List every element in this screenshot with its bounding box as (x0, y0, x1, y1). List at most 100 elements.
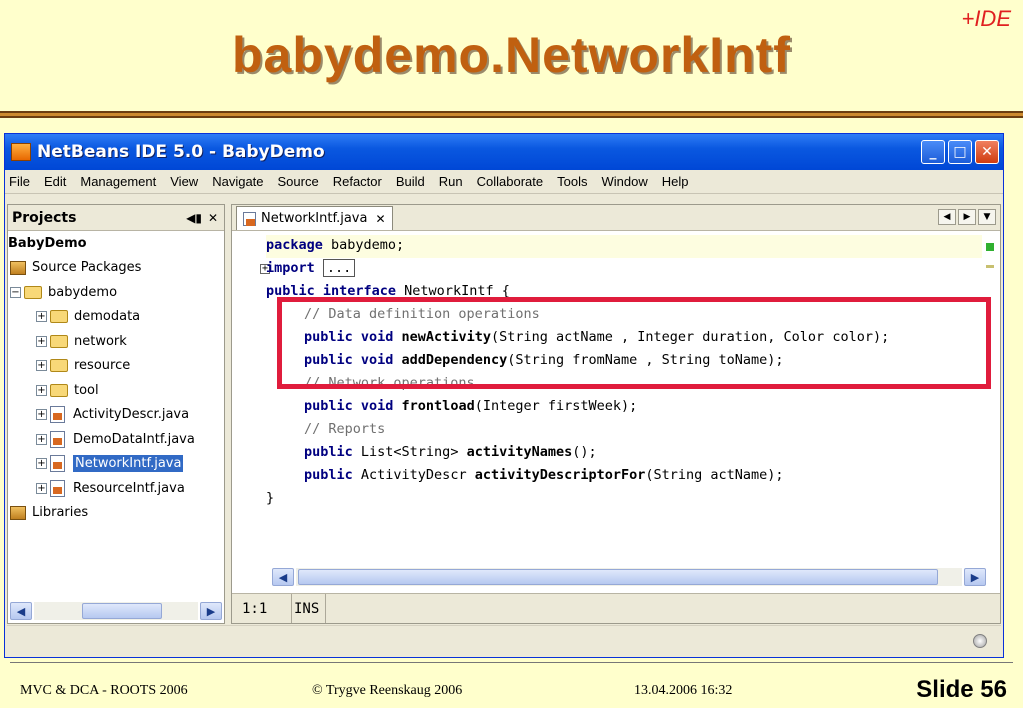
code-editor: NetworkIntf.java ✕ ◀ ▶ ▼ package babydem… (231, 204, 1001, 624)
tab-scroll-left-icon[interactable]: ◀ (938, 209, 956, 225)
insert-mode: INS (292, 594, 326, 623)
slide-title: babydemo.NetworkIntf (232, 27, 791, 83)
minimize-button[interactable]: _ (921, 140, 945, 164)
tree-item-babydemo[interactable]: − babydemo (8, 280, 224, 305)
editor-tabbar: NetworkIntf.java ✕ ◀ ▶ ▼ (232, 205, 1000, 231)
scroll-thumb[interactable] (298, 569, 938, 585)
close-button[interactable]: ✕ (975, 140, 999, 164)
scroll-left-icon[interactable]: ◀ (272, 568, 294, 586)
menu-edit[interactable]: Edit (44, 174, 66, 189)
menu-collaborate[interactable]: Collaborate (477, 174, 544, 189)
package-icon (10, 260, 26, 275)
tree-item-label: demodata (74, 309, 141, 325)
window-title: NetBeans IDE 5.0 - BabyDemo (37, 142, 325, 162)
scroll-track[interactable] (34, 602, 198, 620)
code-line: public void addDependency(String fromNam… (304, 352, 784, 368)
collapse-icon[interactable]: − (10, 286, 21, 298)
panel-close-icon[interactable]: ✕ (208, 211, 218, 225)
tree-item-label: DemoDataIntf.java (73, 431, 195, 447)
scroll-left-icon[interactable]: ◀ (10, 602, 32, 620)
error-stripe-mark[interactable] (986, 265, 994, 268)
expand-icon[interactable]: + (36, 335, 47, 347)
expand-icon[interactable]: + (36, 384, 47, 396)
expand-icon[interactable]: + (36, 482, 47, 494)
tree-item-network[interactable]: + network (8, 329, 224, 354)
code-area[interactable]: package babydemo; + import ... public in… (232, 231, 1000, 565)
tree-item-label: ActivityDescr.java (73, 407, 190, 423)
tree-item-demodataintf[interactable]: + DemoDataIntf.java (8, 427, 224, 452)
projects-panel: Projects ◀▮ ✕ BabyDemo Source Packages −… (7, 204, 225, 624)
code-line: public ActivityDescr activityDescriptorF… (304, 467, 784, 483)
tree-item-demodata[interactable]: + demodata (8, 305, 224, 330)
expand-icon[interactable]: + (36, 433, 47, 445)
code-line: // Network operations (304, 375, 475, 391)
window-titlebar[interactable]: NetBeans IDE 5.0 - BabyDemo _ □ ✕ (5, 134, 1003, 170)
tab-scroll-right-icon[interactable]: ▶ (958, 209, 976, 225)
tree-item-activitydescr[interactable]: + ActivityDescr.java (8, 403, 224, 428)
tree-item-label-selected: NetworkIntf.java (73, 455, 184, 473)
menu-tools[interactable]: Tools (557, 174, 587, 189)
java-file-icon (243, 211, 256, 226)
expand-icon[interactable]: + (36, 360, 47, 372)
footer-center: © Trygve Reenskaug 2006 (312, 683, 463, 698)
netbeans-app-icon (11, 143, 31, 161)
expand-icon[interactable]: + (36, 458, 47, 470)
menu-build[interactable]: Build (396, 174, 425, 189)
panel-minimize-icon[interactable]: ◀▮ (186, 211, 202, 225)
expand-icon[interactable]: + (36, 409, 47, 421)
editor-hscrollbar[interactable]: ◀ ▶ (272, 567, 986, 587)
folder-icon (50, 334, 68, 348)
close-tab-icon[interactable]: ✕ (375, 212, 385, 226)
tree-item-tool[interactable]: + tool (8, 378, 224, 403)
projects-title: Projects (12, 209, 77, 226)
footer-divider (10, 662, 1013, 663)
library-icon (10, 505, 26, 520)
menu-run[interactable]: Run (439, 174, 463, 189)
menu-management[interactable]: Management (80, 174, 156, 189)
tree-item-libraries[interactable]: Libraries (8, 501, 224, 526)
slide-number: Slide 56 (916, 676, 1007, 703)
java-file-icon (50, 455, 65, 473)
projects-header: Projects ◀▮ ✕ (8, 205, 224, 231)
tab-networkintf[interactable]: NetworkIntf.java ✕ (236, 206, 393, 230)
tree-item-resourceintf[interactable]: + ResourceIntf.java (8, 476, 224, 501)
menu-window[interactable]: Window (602, 174, 648, 189)
code-line: import ... (266, 258, 356, 281)
code-line: public List<String> activityNames(); (304, 444, 597, 460)
tree-item-label: ResourceIntf.java (73, 480, 185, 496)
code-line: // Data definition operations (304, 306, 540, 322)
tree-item-label: babydemo (48, 284, 118, 300)
menu-source[interactable]: Source (278, 174, 319, 189)
menu-file[interactable]: File (9, 174, 30, 189)
scroll-track[interactable] (296, 568, 962, 586)
menubar: File Edit Management View Navigate Sourc… (5, 170, 1003, 194)
scroll-right-icon[interactable]: ▶ (964, 568, 986, 586)
maximize-button[interactable]: □ (948, 140, 972, 164)
menu-refactor[interactable]: Refactor (333, 174, 382, 189)
folder-icon (24, 285, 42, 299)
tab-label: NetworkIntf.java (261, 211, 368, 226)
code-line: // Reports (304, 421, 386, 437)
code-line: public interface NetworkIntf { (266, 283, 510, 299)
editor-statusbar: 1:1 INS (232, 593, 1000, 623)
scroll-thumb[interactable] (82, 603, 162, 619)
tree-item-networkintf[interactable]: + NetworkIntf.java (8, 452, 224, 477)
tree-item-source-packages[interactable]: Source Packages (8, 256, 224, 281)
tree-item-babydemo-project[interactable]: BabyDemo (8, 231, 224, 256)
folder-icon (50, 383, 68, 397)
tree-item-resource[interactable]: + resource (8, 354, 224, 379)
status-indicator-icon (973, 634, 987, 648)
menu-navigate[interactable]: Navigate (212, 174, 263, 189)
tree-item-label: network (74, 333, 127, 349)
menu-view[interactable]: View (170, 174, 198, 189)
caret-position: 1:1 (232, 594, 292, 623)
footer-left: MVC & DCA - ROOTS 2006 (20, 683, 188, 698)
error-stripe-ok-icon[interactable] (986, 243, 994, 251)
netbeans-window: NetBeans IDE 5.0 - BabyDemo _ □ ✕ File E… (4, 133, 1004, 658)
tab-list-icon[interactable]: ▼ (978, 209, 996, 225)
expand-icon[interactable]: + (36, 311, 47, 323)
menu-help[interactable]: Help (662, 174, 689, 189)
tree-item-label: tool (74, 382, 99, 398)
projects-hscrollbar[interactable]: ◀ ▶ (10, 601, 222, 621)
scroll-right-icon[interactable]: ▶ (200, 602, 222, 620)
